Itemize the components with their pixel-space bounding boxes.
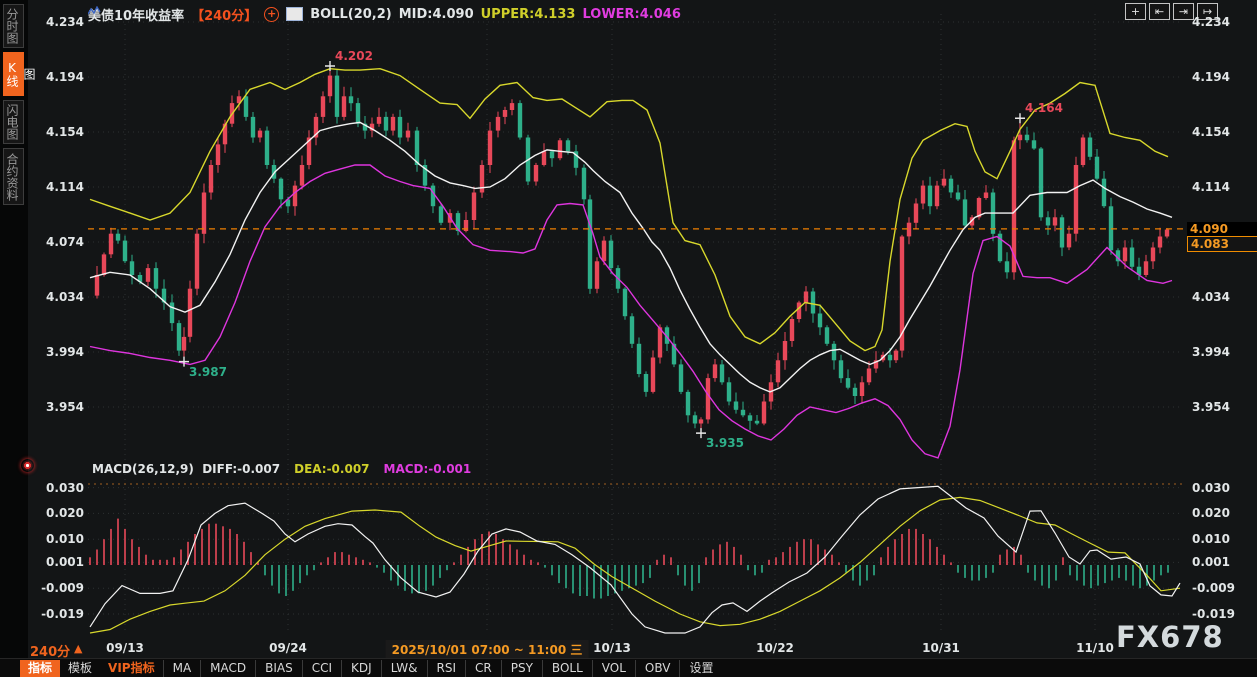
main-axis-label: 4.234 <box>38 15 84 29</box>
main-axis-label: 4.234 <box>1192 15 1248 29</box>
macd-axis-label: -0.009 <box>1192 581 1248 595</box>
main-axis-label: 4.034 <box>38 290 84 304</box>
boll-label: BOLL(20,2) <box>310 7 392 22</box>
indicator-toolbar: 指标模板VIP指标MAMACDBIASCCIKDJLW&RSICRPSYBOLL… <box>0 658 1257 677</box>
main-axis-label: 3.994 <box>38 345 84 359</box>
macd-dea-value: DEA:-0.007 <box>294 462 369 476</box>
footer-tab-boll[interactable]: BOLL <box>542 660 592 677</box>
kline-style-icon[interactable] <box>286 7 303 21</box>
x-axis-date-label: 11/10 <box>1076 641 1114 655</box>
footer-tab-macd[interactable]: MACD <box>200 660 255 677</box>
boll-lower-value: LOWER:4.046 <box>582 7 680 22</box>
x-axis-date-label: 10/31 <box>922 641 960 655</box>
extreme-price-label: 3.935 <box>706 436 744 450</box>
main-axis-label: 4.114 <box>1192 180 1248 194</box>
footer-tab-indicator[interactable]: 指标 <box>20 660 60 677</box>
macd-axis-label: -0.009 <box>38 581 84 595</box>
price-chart-canvas[interactable] <box>0 0 1257 658</box>
symbol-title: 美债10年收益率 <box>88 5 184 24</box>
extreme-price-label: 4.202 <box>335 49 373 63</box>
period-up-arrow-icon[interactable]: ▲ <box>74 642 82 655</box>
footer-tab-kdj[interactable]: KDJ <box>341 660 381 677</box>
main-axis-label: 3.994 <box>1192 345 1248 359</box>
footer-tab-template[interactable]: 模板 <box>60 660 100 677</box>
main-axis-label: 3.954 <box>38 400 84 414</box>
main-axis-label: 4.194 <box>1192 70 1248 84</box>
footer-tab-ma[interactable]: MA <box>163 660 201 677</box>
footer-tab-obv[interactable]: OBV <box>635 660 680 677</box>
macd-axis-label: -0.019 <box>1192 607 1248 621</box>
sidebar-tab-flash[interactable]: 闪电图 <box>3 100 24 144</box>
macd-macd-value: MACD:-0.001 <box>384 462 472 476</box>
boll-upper-value: UPPER:4.133 <box>481 7 576 22</box>
pan-icon[interactable]: + <box>1125 3 1146 20</box>
x-axis-date-label: 09/13 <box>106 641 144 655</box>
sidebar-tab-time-share[interactable]: 分时图 <box>3 4 24 48</box>
sidebar-tab-contract-info[interactable]: 合约资料 <box>3 148 24 205</box>
macd-header: MACD(26,12,9) DIFF:-0.007 DEA:-0.007 MAC… <box>92 462 471 476</box>
main-axis-label: 3.954 <box>1192 400 1248 414</box>
alert-icon[interactable] <box>21 459 34 472</box>
footer-tab-settings[interactable]: 设置 <box>679 660 722 677</box>
macd-axis-label: -0.019 <box>38 607 84 621</box>
macd-axis-label: 0.020 <box>38 506 84 520</box>
macd-axis-label: 0.020 <box>1192 506 1248 520</box>
extreme-price-label: 3.987 <box>189 365 227 379</box>
macd-name-label: MACD(26,12,9) DIFF:-0.007 <box>92 462 280 476</box>
trading-app-window: 分时图 K线图闪电图合约资料 美债10年收益率 【240分】 + BOLL(20,… <box>0 0 1257 677</box>
x-axis-date-label: 09/24 <box>269 641 307 655</box>
footer-tab-cci[interactable]: CCI <box>302 660 341 677</box>
macd-axis-label: 0.010 <box>1192 532 1248 546</box>
macd-axis-label: 0.030 <box>1192 481 1248 495</box>
add-indicator-icon[interactable]: + <box>264 7 279 22</box>
period-label[interactable]: 【240分】 <box>191 5 257 24</box>
sidebar: 分时图 K线图闪电图合约资料 <box>0 0 28 658</box>
x-axis-date-label: 10/13 <box>593 641 631 655</box>
scale-right-icon[interactable]: ⇥ <box>1173 3 1194 20</box>
footer-tab-cr[interactable]: CR <box>465 660 501 677</box>
footer-tab-psy[interactable]: PSY <box>501 660 542 677</box>
scale-left-icon[interactable]: ⇤ <box>1149 3 1170 20</box>
macd-axis-label: 0.030 <box>38 481 84 495</box>
chart-header: 美债10年收益率 【240分】 + BOLL(20,2) MID:4.090 U… <box>88 6 681 22</box>
last-price-tag: 4.083 <box>1187 236 1257 252</box>
macd-axis-label: 0.001 <box>1192 555 1248 569</box>
x-axis-date-label: 10/22 <box>756 641 794 655</box>
footer-tab-rsi[interactable]: RSI <box>427 660 466 677</box>
watermark-logo: FX678 <box>1116 620 1224 654</box>
main-axis-label: 4.114 <box>38 180 84 194</box>
sidebar-tab-kline[interactable]: K线图 <box>3 52 24 96</box>
boll-mid-value: MID:4.090 <box>399 7 474 22</box>
footer-tab-vol[interactable]: VOL <box>592 660 635 677</box>
main-axis-label: 4.034 <box>1192 290 1248 304</box>
extreme-price-label: 4.164 <box>1025 101 1063 115</box>
hovered-bar-time-label: 2025/10/01 07:00 ~ 11:00 三 <box>386 640 589 659</box>
main-axis-label: 4.154 <box>1192 125 1248 139</box>
main-axis-label: 4.194 <box>38 70 84 84</box>
footer-tab-vip-indicator[interactable]: VIP指标 <box>100 660 163 677</box>
macd-axis-label: 0.010 <box>38 532 84 546</box>
macd-axis-label: 0.001 <box>38 555 84 569</box>
main-axis-label: 4.074 <box>38 235 84 249</box>
footer-tab-lwr[interactable]: LW& <box>381 660 427 677</box>
footer-tab-bias[interactable]: BIAS <box>255 660 302 677</box>
price-line-tag[interactable]: 4.090 <box>1187 222 1257 236</box>
main-axis-label: 4.154 <box>38 125 84 139</box>
